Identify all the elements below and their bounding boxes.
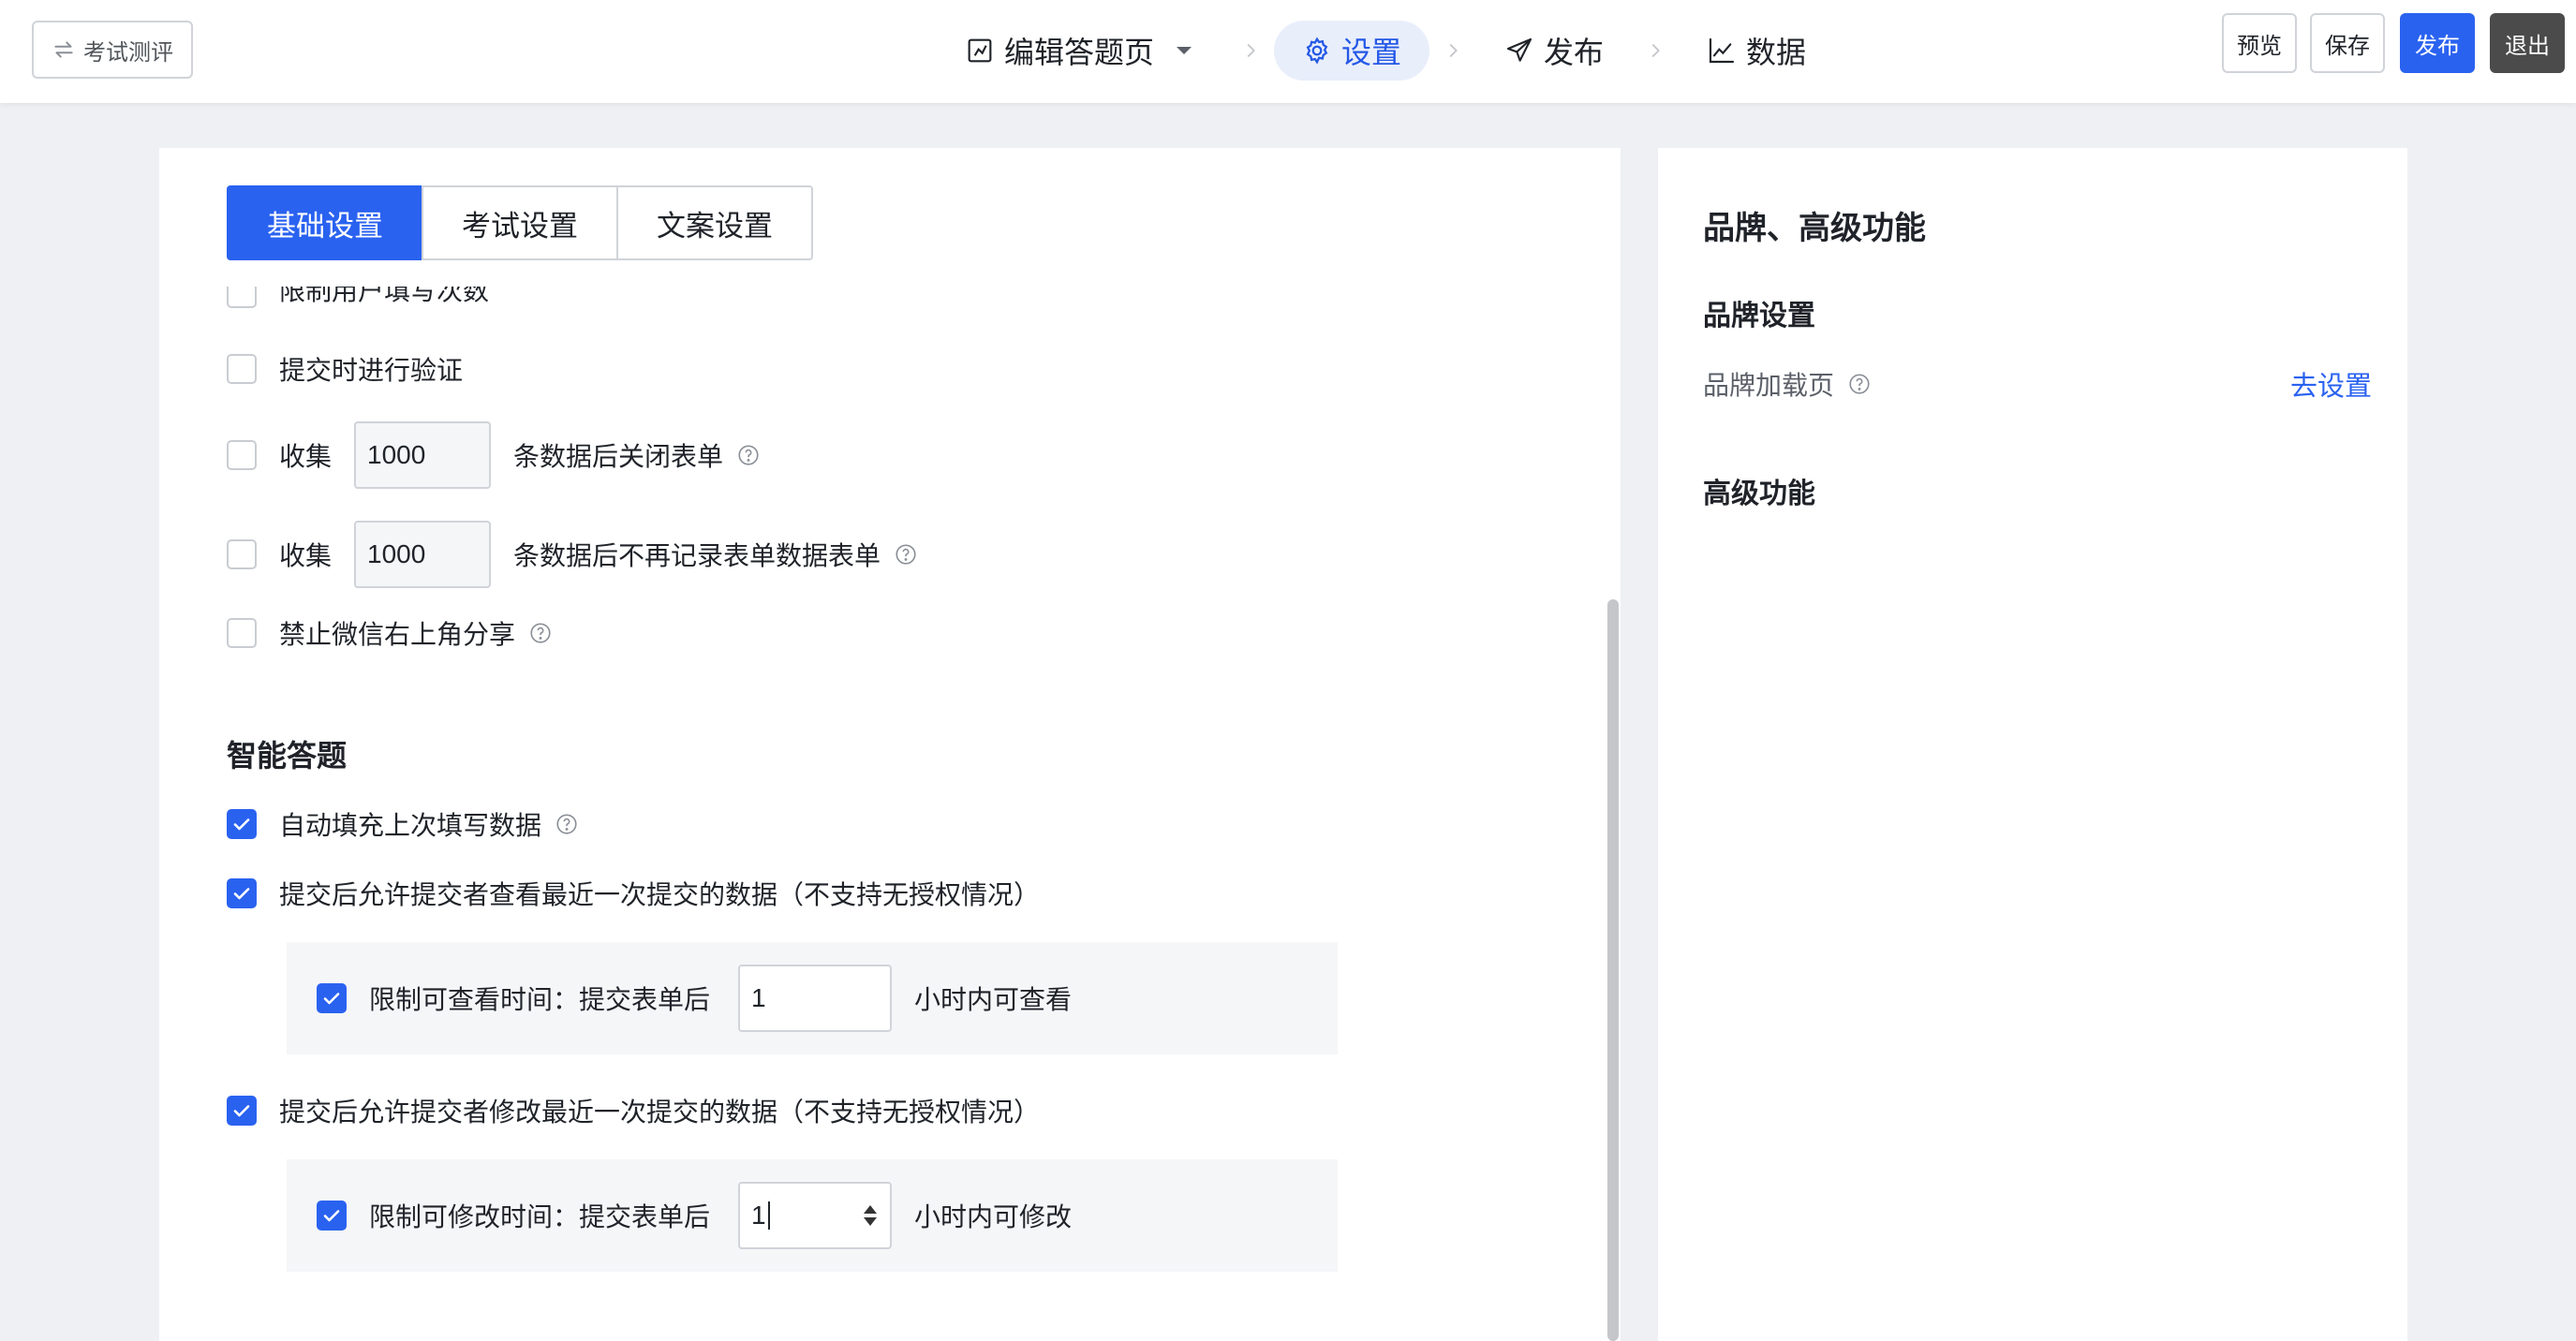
view-limit-box: 限制可查看时间：提交表单后 1 小时内可查看 xyxy=(287,942,1338,1054)
option-disable-wechat-share[interactable]: 禁止微信右上角分享 xyxy=(227,612,553,654)
step-edit-label: 编辑答题页 xyxy=(1004,35,1155,70)
edit-limit-box: 限制可修改时间：提交表单后 1 小时内可修改 xyxy=(287,1159,1338,1272)
top-header: 考试测评 编辑答题页 设置 发布 数据 预览 保存 发布 退出 xyxy=(0,0,2576,103)
brand-advanced-panel: 品牌、高级功能 品牌设置 品牌加载页 去设置 高级功能 xyxy=(1658,148,2407,1341)
view-hours-input[interactable]: 1 xyxy=(738,965,893,1032)
go-settings-link[interactable]: 去设置 xyxy=(2290,364,2372,404)
step-data[interactable]: 数据 xyxy=(1679,21,1834,81)
save-button[interactable]: 保存 xyxy=(2310,13,2385,73)
option-close-after[interactable]: 收集 1000 条数据后关闭表单 xyxy=(227,420,761,491)
checkbox-checked[interactable] xyxy=(227,878,257,908)
brand-loading-label: 品牌加载页 xyxy=(1703,370,1835,401)
option-label: 限制用户填写次数 xyxy=(279,287,490,306)
edit-limit-suffix: 小时内可修改 xyxy=(914,1201,1073,1232)
help-circle-icon[interactable] xyxy=(555,812,579,836)
collect-label: 收集 xyxy=(279,441,333,472)
close-after-suffix: 条数据后关闭表单 xyxy=(513,441,724,472)
checkbox[interactable] xyxy=(227,354,257,384)
help-circle-icon[interactable] xyxy=(528,621,553,645)
option-limit-fill-count[interactable]: 限制用户填写次数 xyxy=(227,287,489,317)
step-publish-label: 发布 xyxy=(1544,35,1605,70)
option-stop-record-after[interactable]: 收集 1000 条数据后不再记录表单数据表单 xyxy=(227,519,918,590)
help-circle-icon[interactable] xyxy=(894,542,918,567)
view-limit-label: 限制可查看时间：提交表单后 xyxy=(369,984,711,1015)
step-publish[interactable]: 发布 xyxy=(1476,21,1632,81)
option-label: 提交后允许提交者修改最近一次提交的数据（不支持无授权情况） xyxy=(279,1097,1041,1127)
checkbox-checked[interactable] xyxy=(227,1096,257,1126)
preview-button[interactable]: 预览 xyxy=(2222,13,2297,73)
scrollbar-thumb[interactable] xyxy=(1607,599,1619,1341)
option-label: 提交后允许提交者查看最近一次提交的数据（不支持无授权情况） xyxy=(279,879,1041,910)
option-label: 提交时进行验证 xyxy=(279,355,464,386)
option-view-limit[interactable]: 限制可查看时间：提交表单后 1 小时内可查看 xyxy=(317,942,1072,1054)
check-icon xyxy=(233,818,250,831)
text-cursor xyxy=(767,1201,770,1230)
swap-arrows-icon xyxy=(54,41,73,58)
help-circle-icon[interactable] xyxy=(1847,372,1872,396)
section-title-smart: 智能答题 xyxy=(227,738,348,774)
checkbox[interactable] xyxy=(227,539,257,569)
step-settings[interactable]: 设置 xyxy=(1274,21,1430,81)
option-label: 自动填充上次填写数据 xyxy=(279,810,542,841)
checkbox[interactable] xyxy=(227,287,257,308)
stop-record-count-input[interactable]: 1000 xyxy=(354,521,492,588)
check-icon xyxy=(323,993,340,1005)
spinner-down-icon[interactable] xyxy=(864,1217,878,1226)
checkbox-checked[interactable] xyxy=(317,1201,347,1230)
check-icon xyxy=(233,888,250,900)
option-allow-edit[interactable]: 提交后允许提交者修改最近一次提交的数据（不支持无授权情况） xyxy=(227,1090,1040,1131)
side-panel-title: 品牌、高级功能 xyxy=(1703,210,1926,247)
spinner-up-icon[interactable] xyxy=(864,1205,878,1214)
advanced-features-title: 高级功能 xyxy=(1703,478,1815,510)
step-edit[interactable]: 编辑答题页 xyxy=(937,21,1227,81)
settings-tabs: 基础设置 考试设置 文案设置 xyxy=(227,185,813,260)
edit-limit-label: 限制可修改时间：提交表单后 xyxy=(369,1201,711,1232)
check-icon xyxy=(323,1210,340,1222)
option-label: 禁止微信右上角分享 xyxy=(279,619,516,650)
stop-record-suffix: 条数据后不再记录表单数据表单 xyxy=(513,540,881,571)
option-edit-limit[interactable]: 限制可修改时间：提交表单后 1 小时内可修改 xyxy=(317,1159,1072,1272)
close-after-count-input[interactable]: 1000 xyxy=(354,421,492,489)
chevron-right-icon xyxy=(1651,43,1661,58)
edit-icon xyxy=(968,38,992,63)
checkbox[interactable] xyxy=(227,618,257,648)
collect-label: 收集 xyxy=(279,540,333,571)
settings-panel: 限制用户填写次数 基础设置 考试设置 文案设置 提交时进行验证 收集 1000 … xyxy=(159,148,1621,1341)
chart-icon xyxy=(1709,37,1735,64)
tab-basic-settings[interactable]: 基础设置 xyxy=(227,185,423,260)
number-spinner[interactable] xyxy=(864,1205,878,1226)
step-settings-label: 设置 xyxy=(1341,35,1402,70)
option-allow-view[interactable]: 提交后允许提交者查看最近一次提交的数据（不支持无授权情况） xyxy=(227,873,1040,914)
gear-icon xyxy=(1306,37,1328,65)
view-limit-suffix: 小时内可查看 xyxy=(914,984,1073,1015)
step-navigation: 编辑答题页 设置 发布 数据 xyxy=(937,19,1834,82)
option-autofill[interactable]: 自动填充上次填写数据 xyxy=(227,803,579,845)
brand-loading-row: 品牌加载页 去设置 xyxy=(1703,365,2372,403)
caret-down-icon[interactable] xyxy=(1169,36,1199,66)
exit-button[interactable]: 退出 xyxy=(2490,13,2565,73)
brand-settings-title: 品牌设置 xyxy=(1703,300,1815,332)
checkbox-checked[interactable] xyxy=(227,809,257,839)
checkbox-checked[interactable] xyxy=(317,983,347,1013)
chevron-right-icon xyxy=(1247,43,1255,58)
check-icon xyxy=(233,1105,250,1117)
help-circle-icon[interactable] xyxy=(736,443,761,467)
chevron-right-icon xyxy=(1449,43,1458,58)
back-button-label: 考试测评 xyxy=(83,38,173,66)
edit-hours-value: 1 xyxy=(751,1201,766,1230)
tab-copy-settings[interactable]: 文案设置 xyxy=(616,185,813,260)
checkbox[interactable] xyxy=(227,440,257,470)
edit-hours-input[interactable]: 1 xyxy=(738,1182,893,1249)
option-verify-on-submit[interactable]: 提交时进行验证 xyxy=(227,348,463,390)
step-data-label: 数据 xyxy=(1746,35,1807,70)
tab-exam-settings[interactable]: 考试设置 xyxy=(422,185,618,260)
publish-button[interactable]: 发布 xyxy=(2400,13,2475,73)
back-button[interactable]: 考试测评 xyxy=(32,21,193,79)
send-icon xyxy=(1506,37,1532,62)
